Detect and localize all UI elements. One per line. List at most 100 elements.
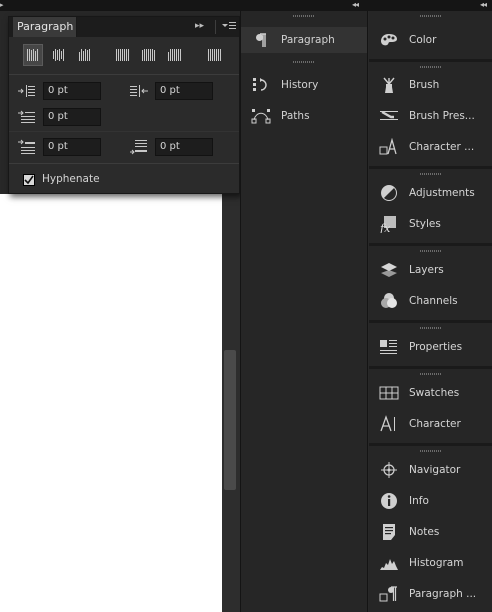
justify-last-right-button[interactable] [165,44,185,66]
character-styles-icon [369,138,409,156]
dock-item-label: History [281,79,319,91]
divider [9,131,239,132]
dock-separator [369,366,492,369]
dock-item-properties[interactable]: Properties [369,332,492,362]
dock-item-brush[interactable]: Brush [369,70,492,100]
header-divider [215,20,216,34]
dock-item-label: Character [409,418,461,430]
first-line-indent-icon [17,109,37,125]
collapse-right-dock-icon[interactable]: ◂◂ [480,0,487,10]
tab-paragraph[interactable]: Paragraph [13,17,77,37]
dock-item-label: Properties [409,341,463,353]
dock-grip[interactable] [369,13,492,19]
properties-icon [369,338,409,356]
collapse-middle-dock-icon[interactable]: ◂◂ [352,0,359,10]
dock-grip[interactable] [369,171,492,177]
dock-item-label: Info [409,495,429,507]
dock-item-label: Paragraph [281,34,335,46]
dock-item-label: Histogram [409,557,464,569]
dock-grip[interactable] [369,248,492,254]
dock-item-label: Styles [409,218,441,230]
dock-item-paragraph-styles[interactable]: Paragraph ... [369,579,492,609]
pilcrow-icon [241,32,281,48]
notes-icon [369,523,409,541]
navigator-icon [369,461,409,479]
divider [9,163,239,164]
align-center-button[interactable] [49,44,69,66]
dock-item-label: Color [409,34,437,46]
document-canvas[interactable] [0,194,222,612]
dock-item-label: Notes [409,526,440,538]
dock-separator [369,320,492,323]
svg-text:fx: fx [379,222,391,233]
dock-item-label: Swatches [409,387,460,399]
dock-separator [369,243,492,246]
history-icon [241,77,281,93]
dock-item-channels[interactable]: Channels [369,286,492,316]
justify-all-button[interactable] [205,44,225,66]
right-panel-dock: Color Brush Brush Pres... Character ... … [369,11,492,612]
dock-item-label: Brush Pres... [409,110,475,122]
dock-item-label: Navigator [409,464,461,476]
color-palette-icon [369,32,409,48]
histogram-icon [369,555,409,571]
space-before-field[interactable]: 0 pt [43,138,101,156]
dock-item-label: Character ... [409,141,475,153]
dock-grip[interactable] [241,59,367,65]
expand-left-icon[interactable]: ▸ [0,0,6,11]
space-after-field[interactable]: 0 pt [155,138,213,156]
divider [9,74,239,75]
hyphenate-checkbox[interactable] [23,174,35,186]
dock-grip[interactable] [241,13,367,19]
dock-grip[interactable] [369,325,492,331]
dock-item-brush-presets[interactable]: Brush Pres... [369,101,492,131]
scrollbar-thumb[interactable] [224,350,236,490]
dock-item-swatches[interactable]: Swatches [369,378,492,408]
dock-item-label: Paragraph ... [409,588,477,600]
justify-last-center-button[interactable] [139,44,159,66]
first-line-indent-field[interactable]: 0 pt [43,108,101,126]
dock-item-label: Brush [409,79,440,91]
dock-item-histogram[interactable]: Histogram [369,548,492,578]
dock-separator [369,443,492,446]
space-after-icon [129,139,149,155]
paragraph-styles-icon [369,585,409,603]
character-icon [369,415,409,433]
dock-item-layers[interactable]: Layers [369,255,492,285]
middle-panel-dock: Paragraph History Paths [240,11,368,612]
dock-item-info[interactable]: Info [369,486,492,516]
align-right-button[interactable] [75,44,95,66]
indent-right-icon [129,83,149,99]
dock-item-label: Paths [281,110,310,122]
dock-item-history[interactable]: History [241,72,367,98]
dock-item-navigator[interactable]: Navigator [369,455,492,485]
indent-left-field[interactable]: 0 pt [43,82,101,100]
dock-grip[interactable] [369,371,492,377]
dock-item-character-styles[interactable]: Character ... [369,132,492,162]
indent-right-field[interactable]: 0 pt [155,82,213,100]
justify-last-left-button[interactable] [113,44,133,66]
indent-left-icon [17,83,37,99]
collapse-panel-icon[interactable]: ▸▸ [195,21,204,31]
dock-item-styles[interactable]: fx Styles [369,209,492,239]
dock-item-notes[interactable]: Notes [369,517,492,547]
panel-menu-icon[interactable] [221,20,237,35]
dock-item-color[interactable]: Color [369,25,492,55]
channels-icon [369,292,409,310]
dock-item-paragraph[interactable]: Paragraph [241,27,367,53]
dock-separator [369,166,492,169]
dock-grip[interactable] [369,448,492,454]
dock-item-character[interactable]: Character [369,409,492,439]
align-left-button[interactable] [23,44,43,66]
dock-item-paths[interactable]: Paths [241,103,367,129]
dock-item-label: Channels [409,295,458,307]
paths-icon [241,108,281,124]
adjustments-icon [369,184,409,202]
dock-item-adjustments[interactable]: Adjustments [369,178,492,208]
hyphenate-label[interactable]: Hyphenate [42,173,100,185]
dock-separator [369,59,492,62]
dock-item-label: Layers [409,264,444,276]
dock-top-bar [0,0,492,11]
styles-fx-icon: fx [369,215,409,233]
layers-icon [369,261,409,279]
